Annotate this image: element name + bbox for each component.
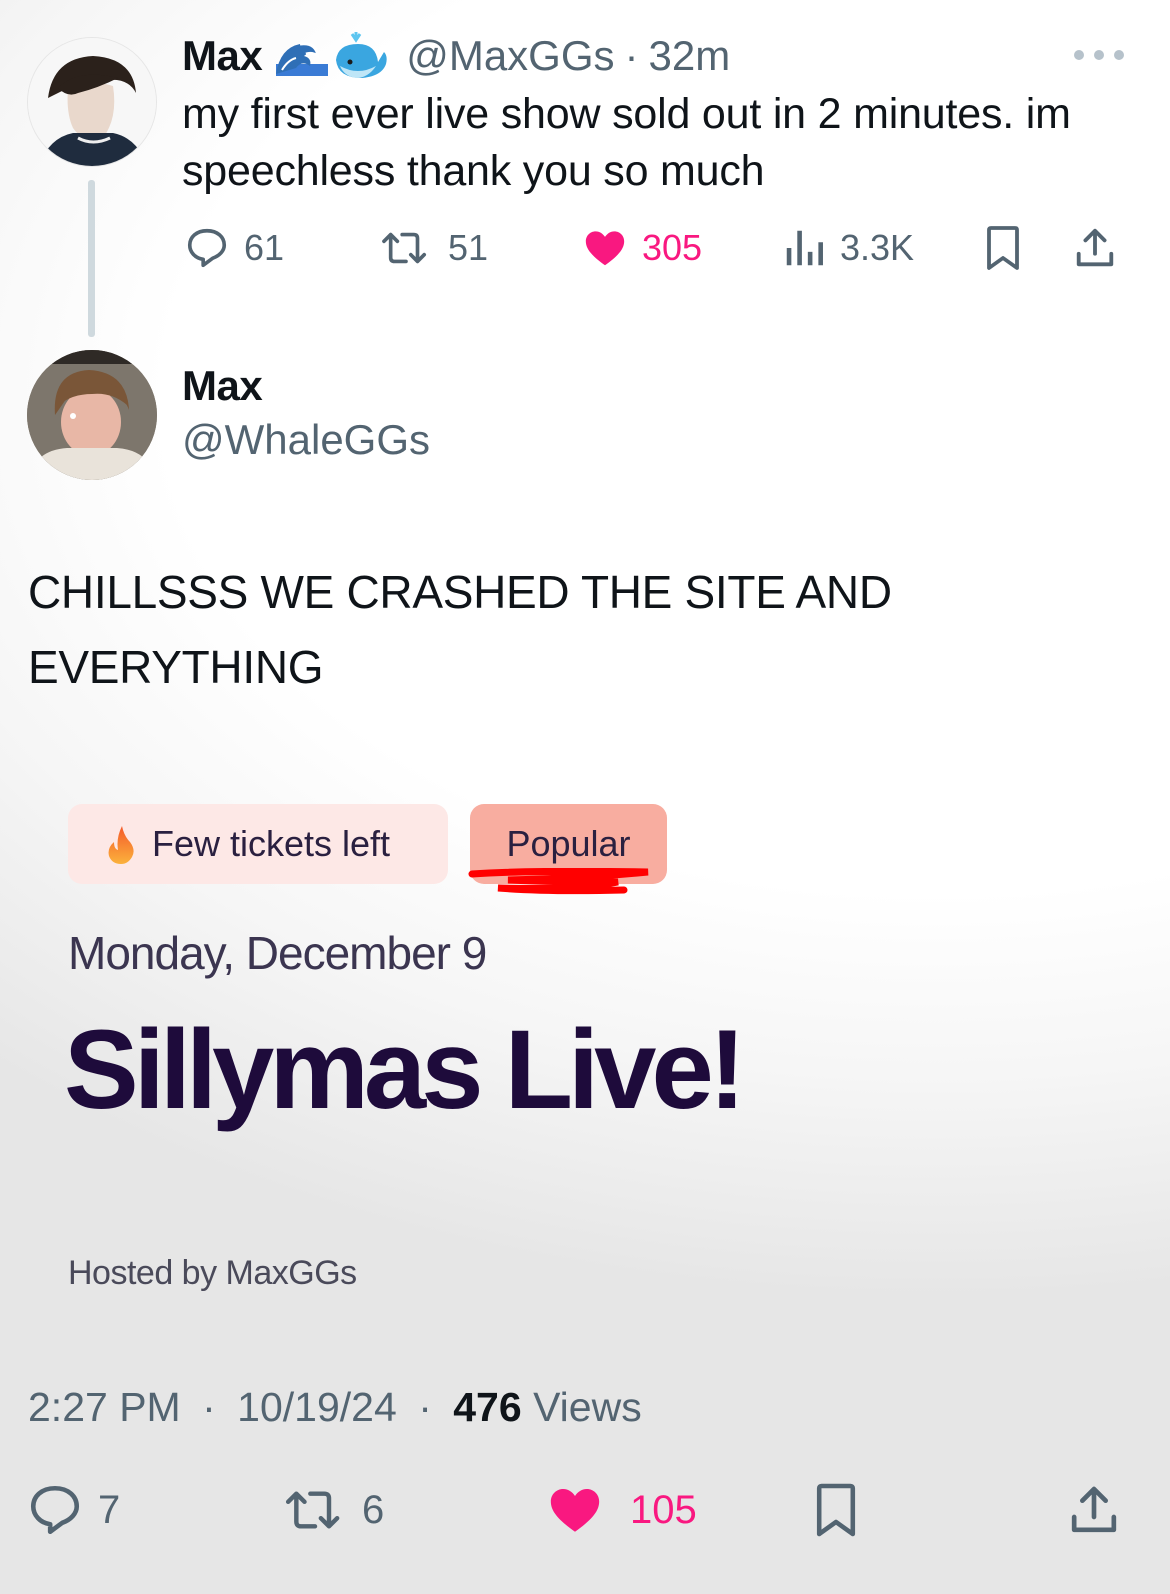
retweet-count: 51 (448, 227, 489, 268)
whale-emoji-icon (336, 32, 387, 78)
tweet-meta: 2:27 PM · 10/19/24 · 476 Views (28, 1384, 642, 1431)
reply-icon (30, 1485, 80, 1535)
reply-button[interactable]: 7 (26, 1480, 120, 1540)
popular-label: Popular (506, 823, 631, 864)
avatar-photo (27, 350, 157, 480)
bookmark-icon (816, 1483, 856, 1537)
retweet-icon (285, 1491, 340, 1529)
separator-dot: · (202, 1384, 216, 1430)
reply-count: 7 (98, 1487, 121, 1532)
event-title: Sillymas Live! (64, 1007, 746, 1132)
tweet-date[interactable]: 10/19/24 (237, 1384, 397, 1430)
more-dot (1114, 50, 1124, 60)
reply-tweet-text: CHILLSSS WE CRASHED THE SITE AND EVERYTH… (28, 566, 892, 693)
parent-tweet-header: Max @MaxGGs · 32m (182, 28, 730, 84)
parent-action-bar: 61 51 305 3.3K (0, 218, 1170, 278)
tweet-views-count: 476 (453, 1384, 522, 1430)
analytics-icon (786, 230, 823, 266)
share-button[interactable] (1072, 218, 1118, 278)
flame-icon (108, 826, 134, 864)
parent-tweet-text: my first ever live show sold out in 2 mi… (182, 90, 1071, 195)
heart-filled-icon (550, 1488, 600, 1532)
share-icon (1076, 228, 1114, 267)
heart-filled-icon (585, 231, 625, 266)
like-count: 105 (630, 1487, 697, 1532)
more-options-button[interactable] (1074, 42, 1124, 68)
red-scribble-annotation (468, 868, 649, 895)
retweet-icon (382, 232, 427, 264)
reply-count: 61 (244, 227, 285, 268)
reply-handle[interactable]: @WhaleGGs (182, 416, 430, 464)
like-button[interactable]: 305 (582, 218, 702, 278)
reply-avatar[interactable] (27, 350, 157, 480)
like-button[interactable]: 105 (546, 1480, 697, 1540)
retweet-button[interactable]: 6 (282, 1480, 384, 1540)
tweet-time[interactable]: 2:27 PM (28, 1384, 181, 1430)
share-button[interactable] (1066, 1480, 1122, 1540)
reply-display-name[interactable]: Max (182, 362, 263, 410)
event-screenshot[interactable]: Few tickets left Popular Monday, Decembe… (0, 780, 1170, 1340)
tweet-views-label: Views (533, 1384, 642, 1430)
parent-handle[interactable]: @MaxGGs (406, 32, 614, 80)
separator-dot: · (418, 1384, 432, 1430)
few-tickets-badge: Few tickets left (68, 804, 448, 884)
reply-action-bar: 7 6 105 (0, 1480, 1170, 1540)
parent-avatar[interactable] (27, 37, 157, 167)
bookmark-icon (987, 226, 1019, 270)
bookmark-button[interactable] (983, 218, 1023, 278)
more-dot (1094, 50, 1104, 60)
event-host: Hosted by MaxGGs (68, 1254, 357, 1292)
event-date: Monday, December 9 (68, 927, 487, 979)
views-count: 3.3K (840, 227, 915, 268)
wave-emoji-icon (276, 42, 329, 76)
separator-dot: · (624, 32, 639, 79)
reply-button[interactable]: 61 (184, 218, 284, 278)
few-tickets-label: Few tickets left (152, 823, 391, 864)
parent-display-name[interactable]: Max (182, 32, 263, 80)
like-count: 305 (642, 227, 703, 268)
bookmark-button[interactable] (812, 1480, 860, 1540)
reply-icon (187, 228, 227, 268)
parent-timestamp[interactable]: 32m (649, 32, 731, 80)
avatar-photo (28, 38, 156, 166)
retweet-count: 6 (362, 1487, 385, 1532)
share-icon (1071, 1486, 1117, 1533)
retweet-button[interactable]: 51 (378, 218, 488, 278)
more-dot (1074, 50, 1084, 60)
views-button[interactable]: 3.3K (782, 218, 914, 278)
